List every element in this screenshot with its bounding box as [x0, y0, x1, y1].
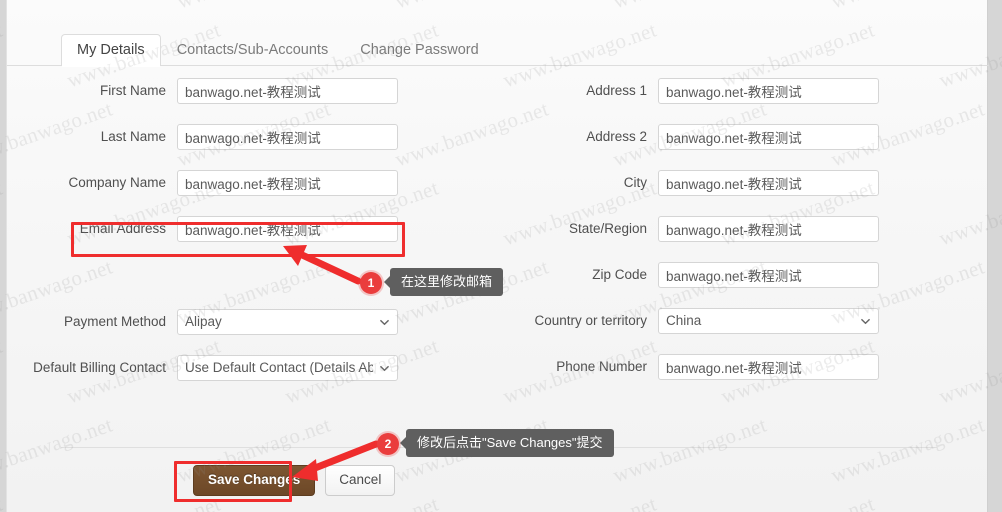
input-email-address[interactable]	[177, 216, 398, 242]
field-first-name: First Name	[7, 78, 477, 124]
form-column-left: First Name Last Name Company Name Email …	[7, 78, 477, 401]
select-payment-method[interactable]: Alipay	[177, 309, 398, 335]
label-default-billing-contact: Default Billing Contact	[33, 360, 166, 375]
label-address-1: Address 1	[586, 83, 647, 98]
input-phone-number[interactable]	[658, 354, 879, 380]
select-wrap-payment-method: Alipay	[177, 309, 398, 335]
label-last-name: Last Name	[100, 129, 166, 144]
form-actions: Save Changes Cancel	[193, 465, 396, 496]
field-payment-method: Payment Method Alipay	[7, 309, 477, 355]
label-state-region: State/Region	[568, 221, 647, 236]
field-city: City	[485, 170, 955, 216]
field-last-name: Last Name	[7, 124, 477, 170]
form-divider	[61, 447, 937, 448]
field-email-address: Email Address	[7, 216, 477, 262]
field-address-1: Address 1	[485, 78, 955, 124]
label-city: City	[623, 175, 647, 190]
input-city[interactable]	[658, 170, 879, 196]
label-company-name: Company Name	[68, 175, 166, 190]
save-changes-button[interactable]: Save Changes	[193, 465, 316, 496]
label-payment-method: Payment Method	[63, 314, 166, 329]
input-address-2[interactable]	[658, 124, 879, 150]
label-email-address: Email Address	[79, 221, 166, 236]
tab-contacts-sub-accounts[interactable]: Contacts/Sub-Accounts	[161, 34, 345, 66]
input-last-name[interactable]	[177, 124, 398, 150]
cancel-button[interactable]: Cancel	[325, 465, 396, 496]
tab-bar[interactable]: My Details Contacts/Sub-Accounts Change …	[61, 34, 495, 67]
input-company-name[interactable]	[177, 170, 398, 196]
select-country-or-territory[interactable]: China	[658, 308, 879, 334]
input-first-name[interactable]	[177, 78, 398, 104]
label-address-2: Address 2	[586, 129, 647, 144]
select-default-billing-contact[interactable]: Use Default Contact (Details Abc	[177, 355, 398, 381]
label-country-or-territory: Country or territory	[534, 313, 647, 328]
input-address-1[interactable]	[658, 78, 879, 104]
field-country-or-territory: Country or territory China	[485, 308, 955, 354]
field-state-region: State/Region	[485, 216, 955, 262]
field-default-billing-contact: Default Billing Contact Use Default Cont…	[7, 355, 477, 401]
field-address-2: Address 2	[485, 124, 955, 170]
field-zip-code: Zip Code	[485, 262, 955, 308]
panel-inner: My Details Contacts/Sub-Accounts Change …	[7, 0, 989, 512]
spacer-left	[7, 262, 477, 309]
input-state-region[interactable]	[658, 216, 879, 242]
tab-my-details[interactable]: My Details	[61, 34, 161, 67]
screen: My Details Contacts/Sub-Accounts Change …	[0, 0, 1002, 512]
label-phone-number: Phone Number	[556, 359, 647, 374]
tab-change-password[interactable]: Change Password	[344, 34, 495, 66]
select-wrap-default-billing-contact: Use Default Contact (Details Abc	[177, 355, 398, 381]
label-first-name: First Name	[99, 83, 166, 98]
field-company-name: Company Name	[7, 170, 477, 216]
account-details-panel: My Details Contacts/Sub-Accounts Change …	[6, 0, 989, 512]
field-phone-number: Phone Number	[485, 354, 955, 400]
form-column-right: Address 1 Address 2 City State/Region	[485, 78, 955, 400]
label-zip-code: Zip Code	[592, 267, 647, 282]
input-zip-code[interactable]	[658, 262, 879, 288]
select-wrap-country-or-territory: China	[658, 308, 879, 334]
